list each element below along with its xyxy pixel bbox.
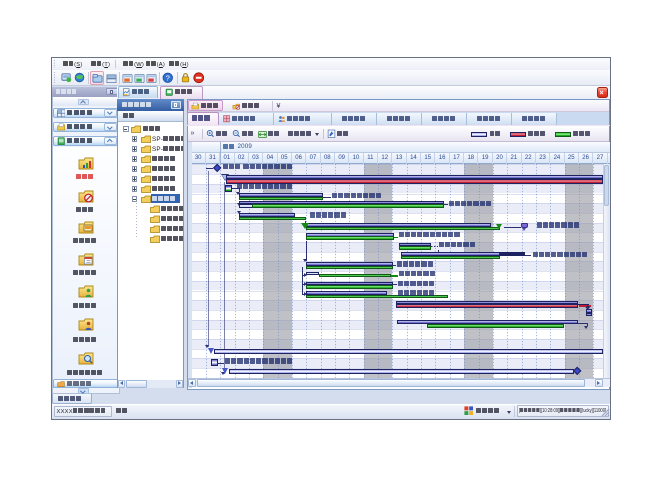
svg-text:?: ?: [165, 73, 169, 82]
